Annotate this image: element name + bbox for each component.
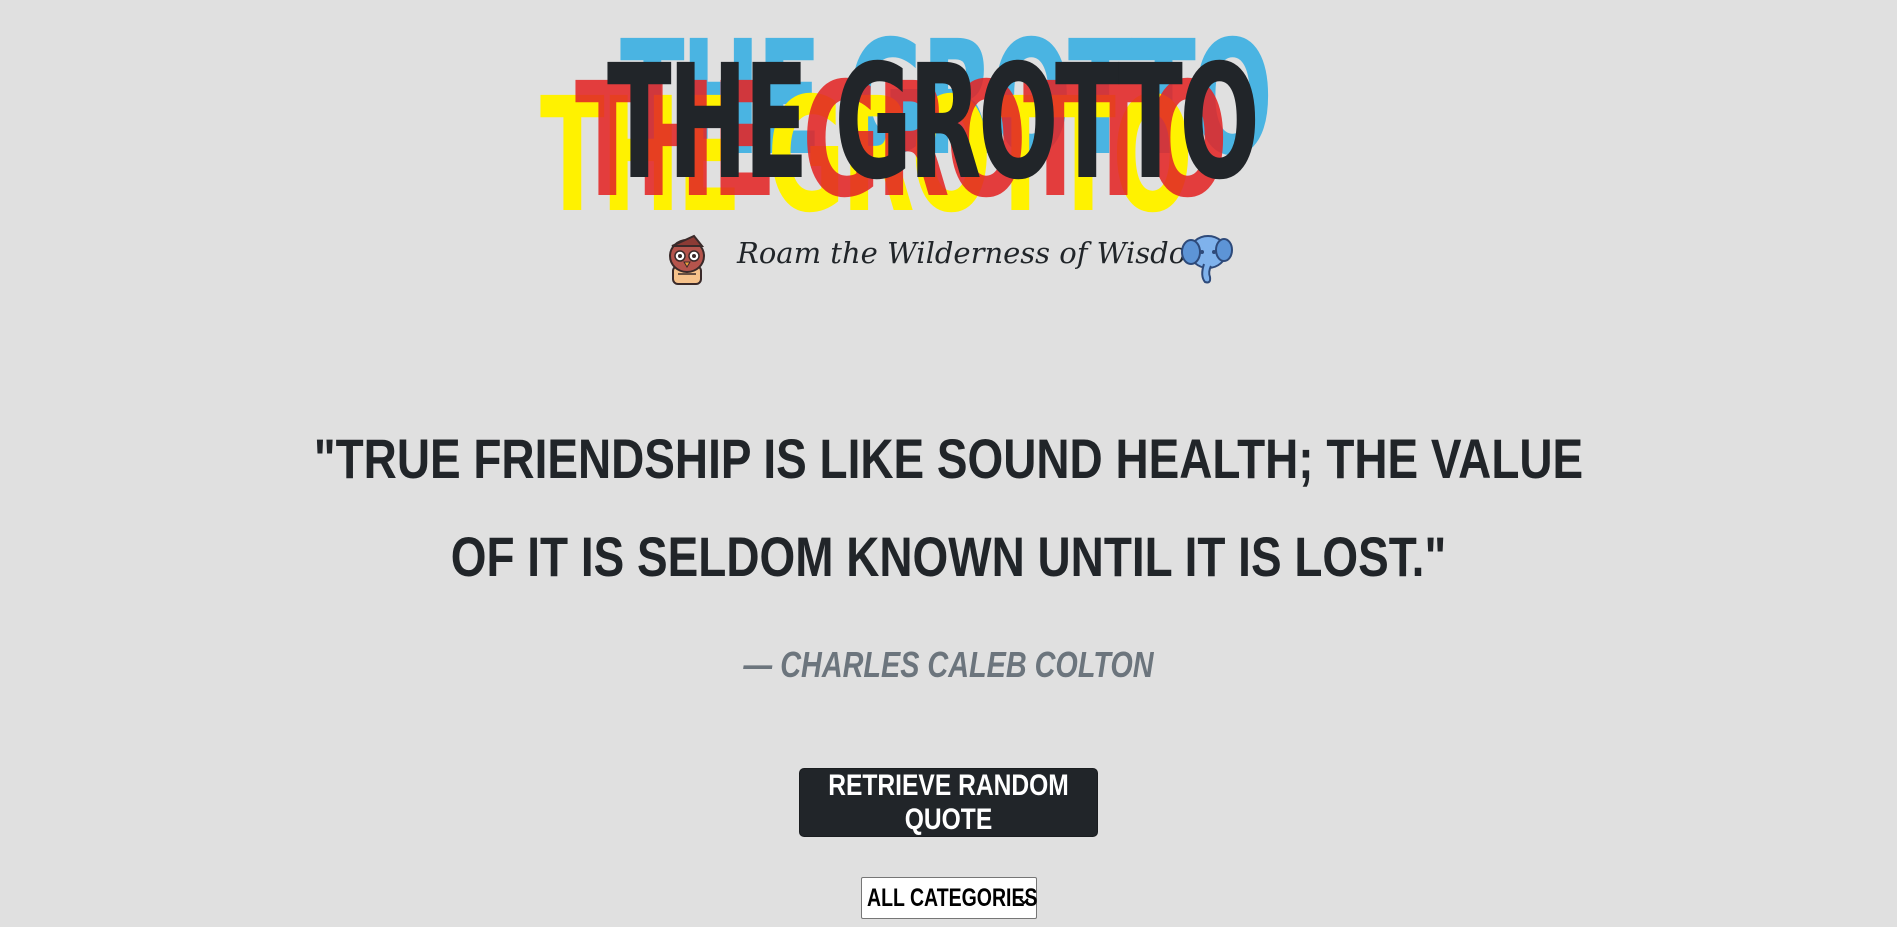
author-dash: — — [743, 644, 773, 685]
tagline-row: Roam the Wilderness of Wisdom — [0, 228, 1897, 288]
owl-icon — [664, 234, 712, 286]
chevron-down-icon — [1018, 892, 1030, 905]
site-tagline: Roam the Wilderness of Wisdom — [737, 236, 1214, 270]
elephant-icon — [1178, 230, 1234, 286]
retrieve-random-quote-label: RETRIEVE RANDOM QUOTE — [828, 769, 1069, 836]
category-select-value: ALL CATEGORIES — [867, 883, 1038, 912]
quote-author: — CHARLES CALEB COLTON — [190, 644, 1708, 686]
quote-text: "TRUE FRIENDSHIP IS LIKE SOUND HEALTH; T… — [313, 427, 1584, 588]
category-select[interactable]: ALL CATEGORIES — [861, 877, 1037, 919]
retrieve-random-quote-button[interactable]: RETRIEVE RANDOM QUOTE — [799, 768, 1098, 837]
author-name: CHARLES CALEB COLTON — [780, 644, 1154, 685]
logo-title: THE GROTTO — [607, 31, 1260, 215]
